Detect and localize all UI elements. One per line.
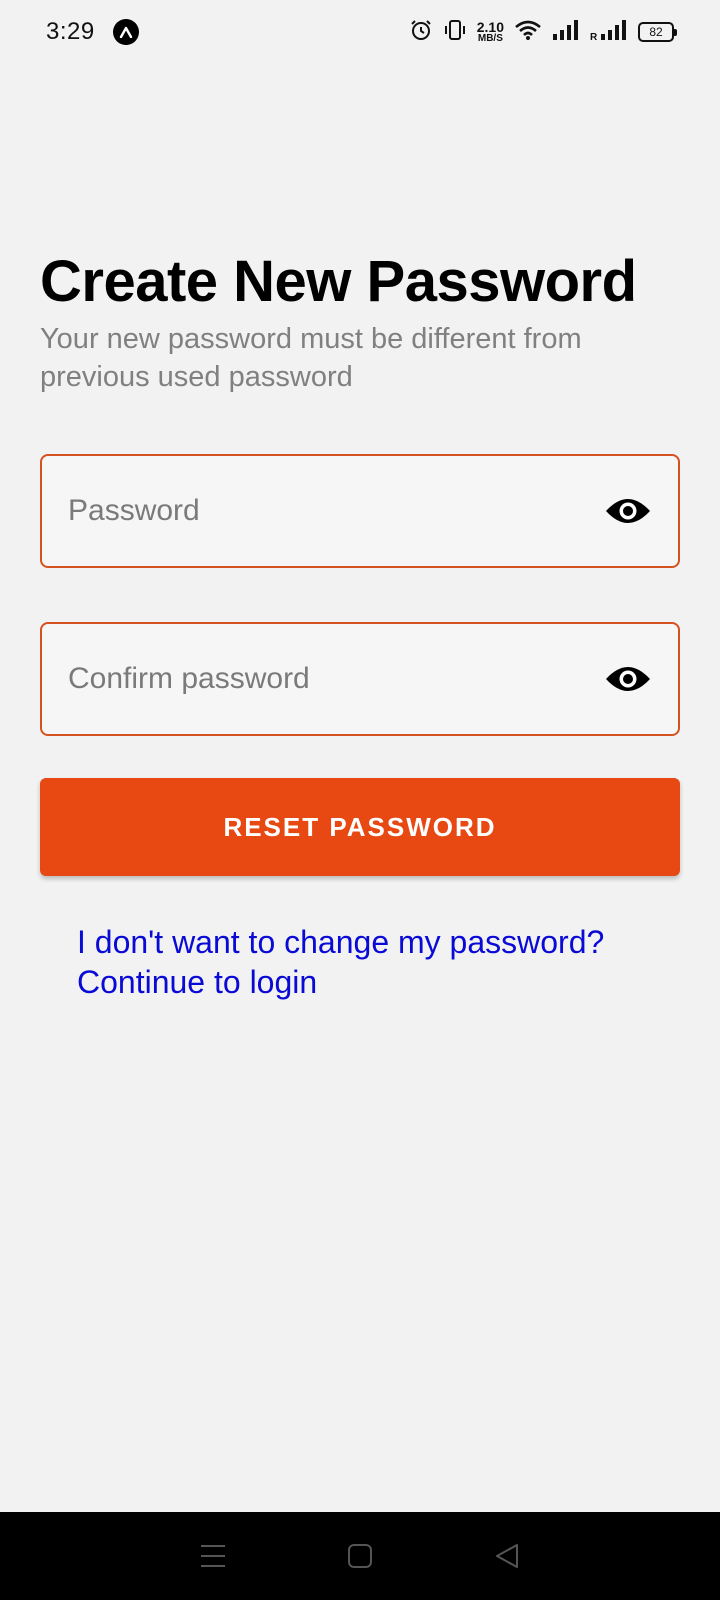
speed-unit: MB/S [477, 33, 503, 44]
screen: 3:29 2.10 MB/S R 82 Create New Password … [0, 0, 720, 1600]
battery-icon: 82 [638, 22, 677, 42]
continue-to-login-link[interactable]: I don't want to change my password? Cont… [77, 922, 677, 1002]
app-notification-icon [112, 19, 139, 45]
status-left: 3:29 [46, 18, 139, 46]
page-subtitle: Your new password must be different from… [40, 323, 582, 393]
status-bar: 3:29 2.10 MB/S R 82 [0, 0, 720, 64]
show-password-toggle[interactable] [604, 487, 652, 535]
password-input[interactable] [68, 494, 604, 528]
back-icon [495, 1544, 518, 1568]
confirm-password-field[interactable] [40, 622, 680, 736]
speed-value: 2.10 [476, 19, 504, 35]
home-button[interactable] [336, 1532, 384, 1580]
page-title: Create New Password [40, 249, 637, 314]
back-button[interactable] [483, 1532, 531, 1580]
eye-icon [606, 499, 650, 523]
reset-password-button[interactable]: RESET PASSWORD [40, 778, 680, 876]
signal-roaming-icon: R [590, 19, 628, 46]
show-confirm-password-toggle[interactable] [604, 655, 652, 703]
navigation-bar [0, 1512, 720, 1600]
menu-button[interactable] [189, 1532, 237, 1580]
wifi-icon [514, 19, 542, 46]
svg-text:R: R [590, 32, 598, 41]
alarm-icon [409, 18, 433, 47]
battery-level: 82 [649, 25, 663, 39]
signal-icon [552, 19, 580, 46]
password-field[interactable] [40, 454, 680, 568]
eye-icon [606, 667, 650, 691]
status-time: 3:29 [46, 18, 95, 45]
home-icon [347, 1544, 372, 1568]
vibrate-icon [443, 18, 467, 47]
confirm-password-input[interactable] [68, 662, 604, 696]
menu-icon [201, 1545, 226, 1567]
network-speed: 2.10 MB/S [477, 20, 504, 44]
status-right: 2.10 MB/S R 82 [409, 18, 677, 47]
